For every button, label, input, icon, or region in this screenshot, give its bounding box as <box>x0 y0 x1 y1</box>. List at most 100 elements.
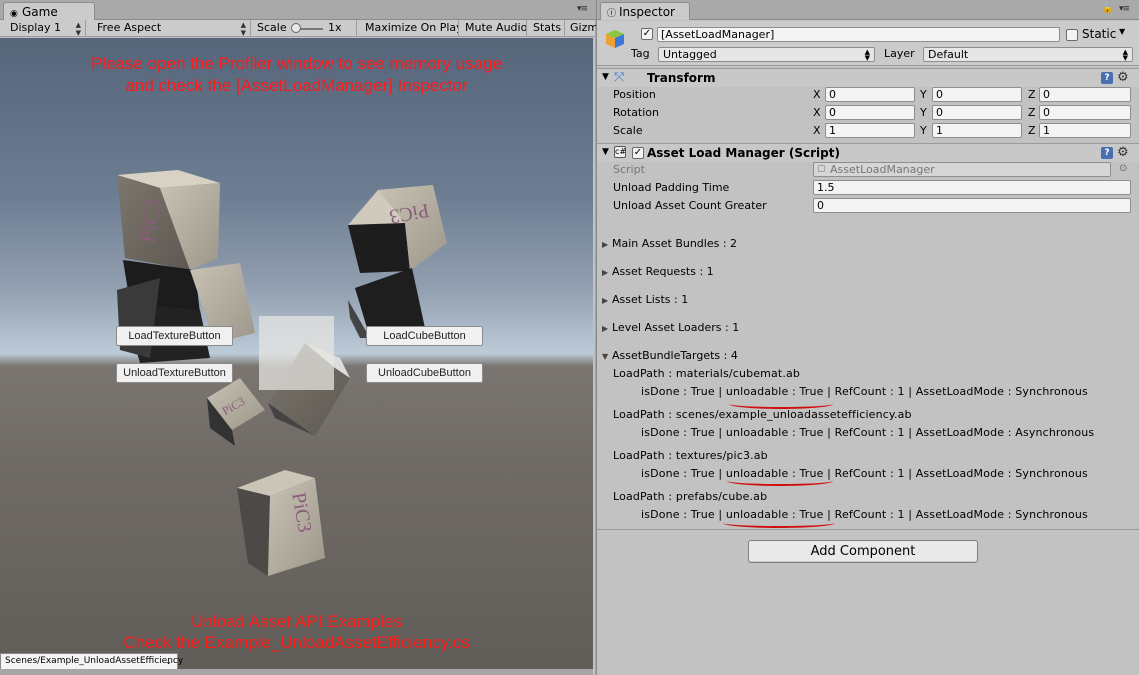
dropdown-arrows-icon: ▲ ▼ <box>864 48 870 62</box>
scene-dropdown-label: Scenes/Example_UnloadAssetEfficiency <box>5 656 184 666</box>
z-label: Z <box>1028 88 1036 101</box>
x-label: X <box>813 106 821 119</box>
mute-audio-toggle[interactable]: Mute Audio <box>459 20 527 37</box>
foldout-main-asset-bundles[interactable]: ▶ Main Asset Bundles : 2 <box>602 237 737 250</box>
aspect-label: Free Aspect <box>97 21 162 34</box>
foldout-closed-icon: ▶ <box>602 296 609 305</box>
script-component-title: Asset Load Manager (Script) <box>647 146 840 160</box>
chevron-down-icon: ⌄ <box>165 657 172 666</box>
unload-texture-button[interactable]: UnloadTextureButton <box>116 363 233 383</box>
game-tabbar: ◉ Game ▾≡ <box>0 0 595 20</box>
gizmos-label: Gizm <box>570 21 596 34</box>
foldout-open-icon[interactable]: ▼ <box>602 72 609 82</box>
tab-inspector[interactable]: ⓘ Inspector <box>600 2 690 20</box>
game-viewport[interactable]: Please open the Profiler window to see m… <box>0 38 593 669</box>
dropdown-arrows-icon: ▲ ▼ <box>75 21 81 37</box>
texture-preview <box>259 316 334 390</box>
gear-icon[interactable]: ⚙ <box>1117 70 1129 85</box>
target-path-1: LoadPath : materials/cubemat.ab <box>613 367 801 380</box>
help-icon[interactable]: ? <box>1101 147 1113 159</box>
target-path-4: LoadPath : prefabs/cube.ab <box>613 490 768 503</box>
foldout-level-asset-loaders[interactable]: ▶ Level Asset Loaders : 1 <box>602 321 739 334</box>
unload-padding-field[interactable]: 1.5 <box>813 180 1131 195</box>
script-enabled-checkbox[interactable]: ✓ <box>632 147 644 159</box>
foldout-asset-lists[interactable]: ▶ Asset Lists : 1 <box>602 293 688 306</box>
position-z-field[interactable]: 0 <box>1039 87 1131 102</box>
cube-3: PiC3 <box>348 185 447 273</box>
unload-padding-label: Unload Padding Time <box>613 181 730 194</box>
foldout-open-icon[interactable]: ▼ <box>602 147 609 157</box>
unload-count-label: Unload Asset Count Greater <box>613 199 767 212</box>
target-path-2: LoadPath : scenes/example_unloadasseteff… <box>613 408 912 421</box>
annotation-underline <box>723 518 835 528</box>
scale-x-field[interactable]: 1 <box>825 123 915 138</box>
foldout-label: Main Asset Bundles : 2 <box>612 237 738 250</box>
rotation-label: Rotation <box>613 106 660 119</box>
tab-inspector-label: Inspector <box>619 5 675 19</box>
dropdown-arrows-icon: ▲ ▼ <box>1122 48 1128 62</box>
divider <box>597 529 1139 530</box>
inspector-panel: ⓘ Inspector 🔒 ▾≡ ✓ [AssetLoadManager] Sta… <box>596 0 1139 675</box>
object-picker-icon[interactable]: ⊙ <box>1119 163 1127 174</box>
static-dropdown-icon[interactable]: ▼ <box>1119 27 1125 36</box>
object-name-field[interactable]: [AssetLoadManager] <box>657 27 1060 42</box>
foldout-assetbundle-targets[interactable]: ▼ AssetBundleTargets : 4 <box>602 349 738 362</box>
help-icon[interactable]: ? <box>1101 72 1113 84</box>
scale-z-field[interactable]: 1 <box>1039 123 1131 138</box>
scene-dropdown[interactable]: Scenes/Example_UnloadAssetEfficiency ⌄ <box>0 653 183 670</box>
position-y-field[interactable]: 0 <box>932 87 1022 102</box>
x-label: X <box>813 124 821 137</box>
cube-2 <box>117 260 255 363</box>
tab-menu-icon[interactable]: ▾≡ <box>577 4 588 14</box>
display-dropdown[interactable]: Display 1 ▲ ▼ <box>4 20 86 37</box>
gizmos-toggle[interactable]: Gizm <box>564 20 596 37</box>
cube-6: PiC3 <box>207 378 265 446</box>
position-x-field[interactable]: 0 <box>825 87 915 102</box>
stats-label: Stats <box>533 21 562 34</box>
foldout-closed-icon: ▶ <box>602 240 609 249</box>
target-status-1: isDone : True | unloadable : True | RefC… <box>641 385 1088 398</box>
foldout-label: AssetBundleTargets : 4 <box>612 349 738 362</box>
object-header: ✓ [AssetLoadManager] Static ▼ Tag Untagg… <box>597 21 1139 66</box>
y-label: Y <box>920 106 927 119</box>
script-file-icon: ▢ <box>817 164 826 174</box>
load-cube-button[interactable]: LoadCubeButton <box>366 326 483 346</box>
load-texture-button[interactable]: LoadTextureButton <box>116 326 233 346</box>
cube-7: PiC3 <box>237 470 325 576</box>
scale-label: Scale <box>613 124 643 137</box>
unload-cube-button[interactable]: UnloadCubeButton <box>366 363 483 383</box>
target-status-2: isDone : True | unloadable : True | RefC… <box>641 426 1095 439</box>
static-checkbox[interactable] <box>1066 29 1078 41</box>
display-label: Display 1 <box>10 21 62 34</box>
rotation-x-field[interactable]: 0 <box>825 105 915 120</box>
z-label: Z <box>1028 124 1036 137</box>
inspector-tabbar: ⓘ Inspector 🔒 ▾≡ <box>597 0 1139 20</box>
unload-count-field[interactable]: 0 <box>813 198 1131 213</box>
aspect-dropdown[interactable]: Free Aspect ▲ ▼ <box>91 20 251 37</box>
script-component-header[interactable]: ▼ c# ✓ Asset Load Manager (Script) ? ⚙ <box>597 143 1139 162</box>
target-status-3: isDone : True | unloadable : True | RefC… <box>641 467 1088 480</box>
tab-game[interactable]: ◉ Game <box>3 2 95 20</box>
active-checkbox[interactable]: ✓ <box>641 28 653 40</box>
foldout-asset-requests[interactable]: ▶ Asset Requests : 1 <box>602 265 714 278</box>
add-component-button[interactable]: Add Component <box>748 540 978 563</box>
maximize-on-play-label: Maximize On Play <box>365 21 459 34</box>
cubes-scene: PiC3 PiC3 PiC3 PiC3 <box>117 170 447 576</box>
scale-y-field[interactable]: 1 <box>932 123 1022 138</box>
lock-icon[interactable]: 🔒 <box>1102 4 1113 14</box>
layer-dropdown[interactable]: Default ▲ ▼ <box>923 47 1133 62</box>
tag-dropdown[interactable]: Untagged ▲ ▼ <box>658 47 875 62</box>
z-label: Z <box>1028 106 1036 119</box>
annotation-underline <box>727 476 833 486</box>
rotation-z-field[interactable]: 0 <box>1039 105 1131 120</box>
gear-icon[interactable]: ⚙ <box>1117 145 1129 160</box>
maximize-on-play-toggle[interactable]: Maximize On Play <box>359 20 459 37</box>
script-label: Script <box>613 163 645 176</box>
transform-header[interactable]: ▼ ⤧ Transform ? ⚙ <box>597 68 1139 87</box>
scale-slider-knob[interactable] <box>291 23 301 33</box>
tab-menu-icon[interactable]: ▾≡ <box>1119 4 1130 14</box>
overlay-bottom-line1: Unload Asset API Examples <box>191 612 402 631</box>
tag-value: Untagged <box>663 48 717 61</box>
rotation-y-field[interactable]: 0 <box>932 105 1022 120</box>
stats-toggle[interactable]: Stats <box>527 20 565 37</box>
